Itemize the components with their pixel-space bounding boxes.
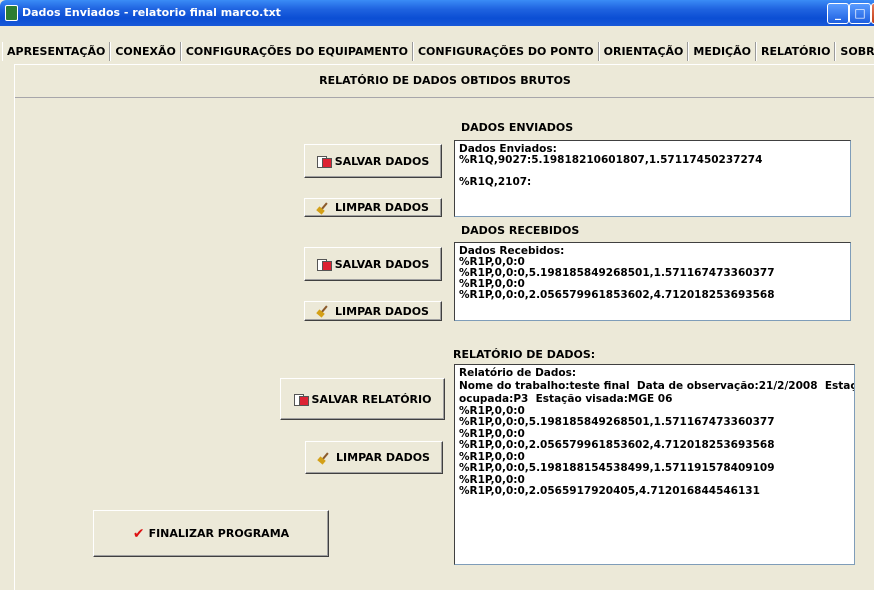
save-icon [293, 393, 309, 406]
tab-configuracoes-equipamento[interactable]: CONFIGURAÇÕES DO EQUIPAMENTO [180, 42, 413, 61]
header-panel: RELATÓRIO DE DADOS OBTIDOS BRUTOS [14, 64, 874, 98]
text-line: Relatório de Dados: [459, 367, 577, 379]
save-report-label: SALVAR RELATÓRIO [311, 392, 432, 406]
clear-report-button[interactable]: LIMPAR DADOS [305, 441, 443, 474]
tab-strip: APRESENTAÇÃO CONEXÃO CONFIGURAÇÕES DO EQ… [0, 26, 874, 64]
report-textbox[interactable]: Relatório de Dados: Nome do trabalho:tes… [454, 364, 855, 565]
text-line: %R1P,0,0:0,5.198188154538499,1.571191578… [459, 462, 775, 474]
tab-conexao[interactable]: CONEXÃO [110, 42, 181, 61]
clear-received-label: LIMPAR DADOS [335, 304, 429, 318]
broom-icon [318, 452, 332, 464]
checkmark-icon: ✔ [132, 525, 145, 542]
text-line: %R1P,0,0:0,2.056579961853602,4.712018253… [459, 289, 775, 301]
save-icon [316, 258, 332, 271]
tab-configuracoes-ponto[interactable]: CONFIGURAÇÕES DO PONTO [412, 42, 599, 61]
save-sent-label: SALVAR DADOS [334, 154, 430, 168]
window-title: Dados Enviados - relatorio final marco.t… [22, 6, 281, 19]
tab-relatorio[interactable]: RELATÓRIO [756, 42, 836, 61]
received-data-textbox[interactable]: Dados Recebidos: %R1P,0,0:0 %R1P,0,0:0,5… [454, 242, 851, 321]
broom-icon [317, 305, 331, 317]
text-line: %R1Q,2107: [459, 176, 532, 188]
report-panel: DADOS ENVIADOS SALVAR DADOS LIMPAR DADOS… [14, 97, 874, 590]
text-line: %R1P,0,0:0,2.0565917920405,4.71201684454… [459, 485, 760, 497]
sent-data-label: DADOS ENVIADOS [461, 121, 574, 134]
clear-sent-button[interactable]: LIMPAR DADOS [304, 198, 442, 217]
text-line: %R1Q,9027:5.19818210601807,1.57117450237… [459, 154, 763, 166]
clear-sent-label: LIMPAR DADOS [335, 201, 429, 214]
text-line: Nome do trabalho:teste final Data de obs… [459, 379, 855, 392]
maximize-button[interactable]: □ [849, 3, 871, 24]
save-icon [316, 155, 332, 168]
finish-program-button[interactable]: ✔ FINALIZAR PROGRAMA [93, 510, 329, 557]
save-report-button[interactable]: SALVAR RELATÓRIO [280, 378, 445, 420]
title-bar: Dados Enviados - relatorio final marco.t… [0, 0, 874, 26]
text-line: ocupada:P3 Estação visada:MGE 06 [459, 392, 673, 405]
tab-medicao[interactable]: MEDIÇÃO [688, 42, 756, 61]
tab-list: APRESENTAÇÃO CONEXÃO CONFIGURAÇÕES DO EQ… [2, 42, 874, 61]
report-data-label: RELATÓRIO DE DADOS: [453, 348, 596, 361]
app-icon [5, 5, 18, 21]
clear-report-label: LIMPAR DADOS [336, 451, 430, 464]
tab-orientacao[interactable]: ORIENTAÇÃO [598, 42, 689, 61]
broom-icon [317, 202, 331, 214]
sent-data-textbox[interactable]: Dados Enviados: %R1Q,9027:5.198182106018… [454, 140, 851, 217]
text-line: %R1P,0,0:0,5.198185849268501,1.571167473… [459, 416, 775, 428]
page-title: RELATÓRIO DE DADOS OBTIDOS BRUTOS [319, 74, 571, 87]
tab-sobre[interactable]: SOBRE [835, 42, 874, 61]
tab-apresentacao[interactable]: APRESENTAÇÃO [2, 42, 111, 61]
save-sent-button[interactable]: SALVAR DADOS [304, 144, 442, 178]
save-received-button[interactable]: SALVAR DADOS [304, 247, 442, 281]
received-data-label: DADOS RECEBIDOS [461, 224, 580, 237]
clear-received-button[interactable]: LIMPAR DADOS [304, 301, 442, 321]
text-line: %R1P,0,0:0,2.056579961853602,4.712018253… [459, 439, 775, 451]
finish-program-label: FINALIZAR PROGRAMA [148, 527, 290, 540]
minimize-button[interactable]: _ [827, 3, 849, 24]
save-received-label: SALVAR DADOS [334, 257, 430, 271]
